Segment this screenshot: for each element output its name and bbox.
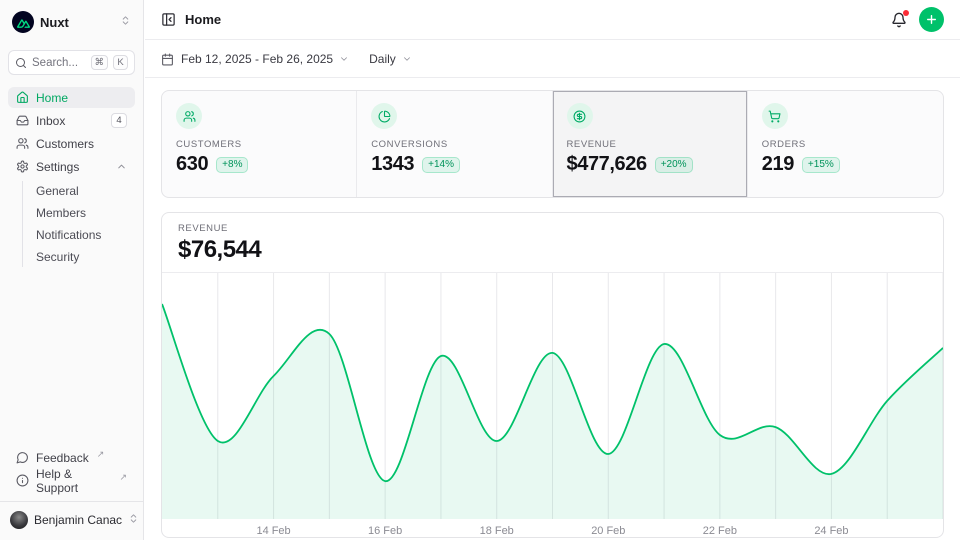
stat-label: Conversions	[371, 139, 537, 150]
sidebar-collapse-icon[interactable]	[161, 12, 176, 27]
external-link-icon: ↗	[97, 449, 105, 460]
message-icon	[16, 451, 29, 464]
stat-value: $477,626	[567, 153, 647, 176]
stat-value: 219	[762, 153, 794, 176]
svg-text:24 Feb: 24 Feb	[814, 525, 848, 537]
sidebar-item-members[interactable]: Members	[23, 203, 135, 223]
delta-badge: +8%	[216, 157, 248, 173]
revenue-chart-card: Revenue $76,544 14 Feb 16 Feb 18 Feb 20 Feb…	[161, 212, 944, 538]
notifications-button[interactable]	[891, 12, 907, 28]
plus-icon	[925, 13, 938, 26]
inbox-count-badge: 4	[111, 113, 127, 128]
page-title: Home	[185, 12, 221, 27]
granularity-value: Daily	[369, 52, 396, 66]
header-actions	[891, 7, 944, 32]
notification-dot	[903, 10, 910, 17]
sidebar-item-notifications[interactable]: Notifications	[23, 225, 135, 245]
sidebar-item-general[interactable]: General	[23, 181, 135, 201]
stat-label: Revenue	[567, 139, 733, 150]
chevrons-up-down-icon	[128, 511, 139, 529]
feedback-link[interactable]: Feedback ↗	[8, 447, 135, 468]
date-range-picker[interactable]: Feb 12, 2025 - Feb 26, 2025	[161, 52, 349, 66]
feedback-label: Feedback	[36, 451, 89, 465]
user-name: Benjamin Canac	[34, 513, 122, 527]
sidebar-item-label: Settings	[36, 160, 109, 174]
gear-icon	[16, 160, 29, 173]
help-support-link[interactable]: Help & Support ↗	[8, 470, 135, 491]
svg-text:14 Feb: 14 Feb	[256, 525, 290, 537]
avatar	[10, 511, 28, 529]
svg-text:16 Feb: 16 Feb	[368, 525, 402, 537]
revenue-area-chart[interactable]: 14 Feb 16 Feb 18 Feb 20 Feb 22 Feb 24 Feb	[162, 273, 943, 538]
inbox-icon	[16, 114, 29, 127]
dollar-icon	[567, 103, 593, 129]
stat-card-conversions[interactable]: Conversions 1343 +14%	[357, 91, 552, 197]
svg-text:20 Feb: 20 Feb	[591, 525, 625, 537]
settings-subnav: General Members Notifications Security	[22, 181, 135, 267]
sidebar-item-inbox[interactable]: Inbox 4	[8, 110, 135, 131]
users-icon	[16, 137, 29, 150]
date-range-value: Feb 12, 2025 - Feb 26, 2025	[181, 52, 333, 66]
stat-value: 1343	[371, 153, 414, 176]
stats-row: Customers 630 +8% Conversions 1343 +14% …	[161, 90, 944, 198]
svg-text:18 Feb: 18 Feb	[480, 525, 514, 537]
stat-label: Customers	[176, 139, 342, 150]
sidebar: Nuxt ⌘ K Home Inbox 4	[0, 0, 144, 540]
sidebar-item-label: Inbox	[36, 114, 104, 128]
delta-badge: +20%	[655, 157, 693, 173]
main-content: Customers 630 +8% Conversions 1343 +14% …	[145, 79, 960, 540]
cart-icon	[762, 103, 788, 129]
stat-card-customers[interactable]: Customers 630 +8%	[162, 91, 357, 197]
filter-toolbar: Feb 12, 2025 - Feb 26, 2025 Daily	[145, 41, 960, 78]
chevron-down-icon	[339, 54, 349, 64]
users-icon	[176, 103, 202, 129]
workspace-switcher[interactable]: Nuxt	[8, 8, 135, 36]
granularity-select[interactable]: Daily	[369, 52, 412, 66]
stat-value: 630	[176, 153, 208, 176]
calendar-icon	[161, 53, 174, 66]
chart-metric-label: Revenue	[178, 223, 927, 234]
pie-icon	[371, 103, 397, 129]
sidebar-item-customers[interactable]: Customers	[8, 133, 135, 154]
add-button[interactable]	[919, 7, 944, 32]
kbd-k: K	[113, 55, 128, 70]
delta-badge: +15%	[802, 157, 840, 173]
chart-metric-value: $76,544	[178, 236, 927, 264]
chevrons-up-down-icon	[120, 13, 131, 31]
sidebar-item-label: Customers	[36, 137, 127, 151]
sidebar-item-home[interactable]: Home	[8, 87, 135, 108]
kbd-cmd: ⌘	[91, 55, 109, 70]
search-box[interactable]: ⌘ K	[8, 50, 135, 75]
sidebar-item-label: Home	[36, 91, 127, 105]
sidebar-nav: Home Inbox 4 Customers Settings Genera	[8, 87, 135, 269]
chevron-down-icon	[402, 54, 412, 64]
house-icon	[16, 91, 29, 104]
help-support-label: Help & Support	[36, 467, 111, 495]
search-input[interactable]	[32, 57, 86, 69]
search-icon	[15, 57, 27, 69]
workspace-name: Nuxt	[40, 15, 114, 30]
sidebar-item-settings[interactable]: Settings	[8, 156, 135, 177]
page-header: Home	[145, 0, 960, 40]
sidebar-item-security[interactable]: Security	[23, 247, 135, 267]
info-icon	[16, 474, 29, 487]
nuxt-logo-icon	[12, 11, 34, 33]
stat-label: Orders	[762, 139, 929, 150]
delta-badge: +14%	[422, 157, 460, 173]
stat-card-orders[interactable]: Orders 219 +15%	[748, 91, 943, 197]
sidebar-footer: Feedback ↗ Help & Support ↗ Benjamin Can…	[8, 447, 135, 532]
svg-text:22 Feb: 22 Feb	[703, 525, 737, 537]
user-menu[interactable]: Benjamin Canac	[0, 501, 143, 532]
external-link-icon: ↗	[119, 472, 127, 483]
chart-header: Revenue $76,544	[162, 213, 943, 273]
chevron-up-icon	[116, 161, 127, 172]
stat-card-revenue[interactable]: Revenue $477,626 +20%	[553, 91, 748, 197]
